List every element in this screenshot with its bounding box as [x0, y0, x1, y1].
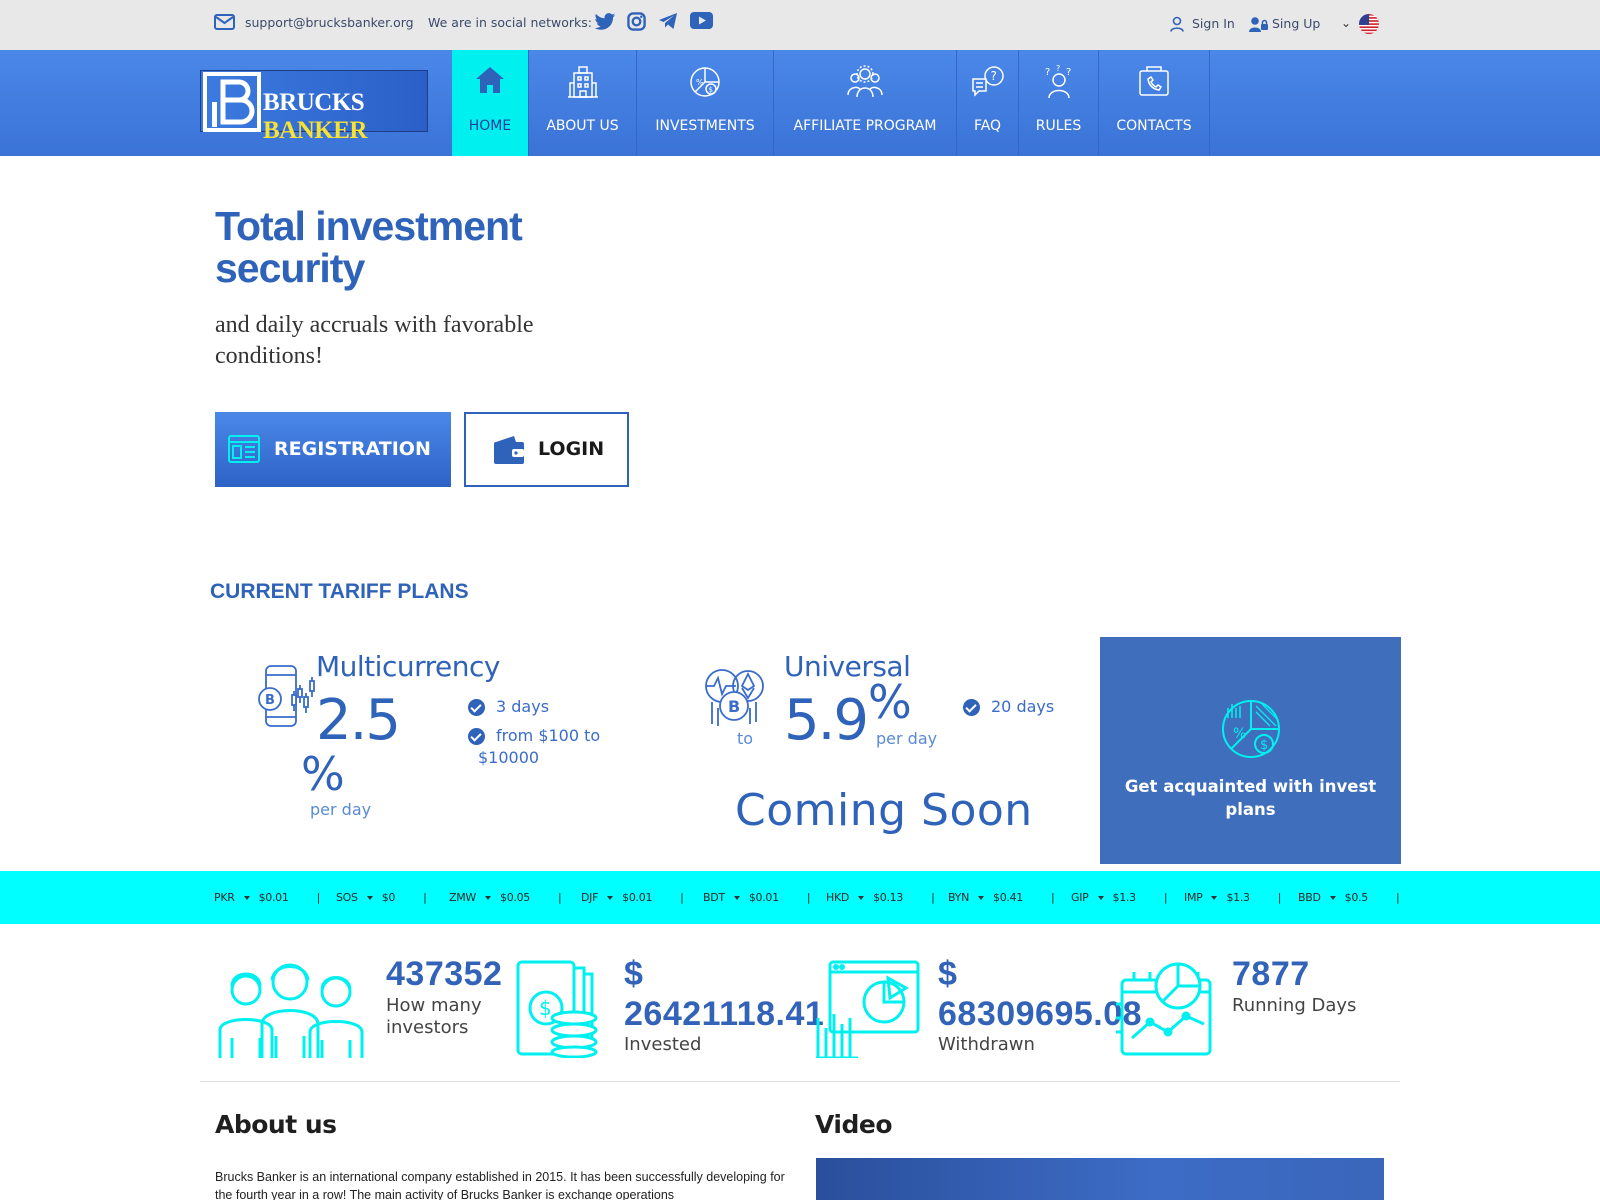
- stat-number: $26421118.41: [624, 955, 825, 1033]
- registration-button[interactable]: REGISTRATION: [215, 412, 451, 487]
- investment-chart-icon: $%: [690, 67, 720, 97]
- svg-text:?: ?: [1066, 67, 1071, 78]
- invest-plans-text: Get acquainted with invest plans: [1124, 777, 1377, 819]
- login-button[interactable]: LOGIN: [464, 412, 629, 487]
- video-player[interactable]: [816, 1158, 1384, 1200]
- building-icon: [567, 66, 598, 98]
- stat-number: 437352: [386, 955, 503, 993]
- user-lock-icon: [1249, 17, 1268, 32]
- svg-text:%: %: [1233, 726, 1246, 742]
- ticker-item: DJF $0.01 |: [581, 891, 684, 904]
- check-icon: [468, 699, 485, 716]
- svg-text:%: %: [696, 78, 704, 87]
- stat-label: How many investors: [386, 995, 482, 1038]
- ticker-item: HKD $0.13 |: [826, 891, 935, 904]
- page: support@brucksbanker.org We are in socia…: [0, 0, 1600, 1200]
- telegram-icon[interactable]: [658, 12, 678, 30]
- nav-affiliate-program[interactable]: AFFILIATE PROGRAM: [774, 50, 957, 156]
- plan-feature: 3 days: [496, 697, 550, 716]
- plan-to-label: to: [737, 729, 754, 748]
- svg-text:?: ?: [990, 69, 996, 83]
- ticker-item: BBD $0.5 |: [1298, 891, 1400, 904]
- tariff-section-title: CURRENT TARIFF PLANS: [210, 580, 469, 603]
- ticker-item: PKR $0.01 |: [214, 891, 320, 904]
- plan-rate: 5.9: [784, 688, 869, 753]
- check-icon: [963, 699, 980, 716]
- plan-per-day: per day: [876, 729, 938, 748]
- plan-feature: 20 days: [991, 697, 1055, 716]
- hero-subtitle: and daily accruals with favorable condit…: [215, 312, 534, 369]
- section-divider: [200, 1081, 1400, 1082]
- sign-up-link[interactable]: Sing Up: [1272, 16, 1320, 31]
- phone-contact-icon: [1139, 66, 1169, 96]
- ticker-item: IMP $1.3 |: [1184, 891, 1282, 904]
- svg-text:?: ?: [1045, 67, 1050, 78]
- about-title: About us: [215, 1110, 337, 1139]
- nav-faq[interactable]: ? FAQ: [957, 50, 1019, 156]
- coming-soon-label: Coming Soon: [735, 785, 1033, 836]
- nav-home[interactable]: HOME: [452, 50, 529, 156]
- people-group-icon: [847, 65, 883, 98]
- svg-text:B: B: [728, 697, 740, 716]
- invest-plans-card[interactable]: $% Get acquainted with invest plans: [1100, 637, 1401, 864]
- plan-rate: 2.5: [316, 688, 401, 753]
- svg-text:?: ?: [1056, 65, 1060, 73]
- plan-percent: %: [301, 747, 345, 801]
- registration-form-icon: [228, 435, 260, 463]
- currency-ticker: PKR $0.01 | SOS $0 | ZMW $0.05 | DJF $0.01 | BDT…: [0, 871, 1600, 924]
- ticker-item: ZMW $0.05 |: [449, 891, 562, 904]
- crypto-coins-icon: B: [705, 669, 764, 726]
- nav-rules[interactable]: ??? RULES: [1019, 50, 1099, 156]
- social-label: We are in social networks:: [428, 15, 592, 30]
- us-flag-icon[interactable]: [1359, 14, 1379, 34]
- svg-text:B: B: [265, 693, 275, 708]
- investors-icon: [218, 963, 364, 1058]
- instagram-icon[interactable]: [627, 12, 646, 31]
- ticker-item: BYN $0.41 |: [948, 891, 1055, 904]
- plan-feature: from $100 to $10000: [478, 726, 601, 767]
- top-bar: support@brucksbanker.org We are in socia…: [0, 0, 1600, 50]
- support-email-link[interactable]: support@brucksbanker.org: [245, 15, 414, 30]
- logo-text: BRUCKS BANKER: [263, 89, 367, 144]
- ticker-item: GIP $1.3 |: [1071, 891, 1168, 904]
- plan-name-multicurrency: Multicurrency: [316, 650, 500, 683]
- nav-about-us[interactable]: ABOUT US: [529, 50, 637, 156]
- crypto-phone-icon: B: [258, 665, 315, 727]
- svg-text:$: $: [1260, 738, 1268, 753]
- email-icon: [214, 14, 235, 30]
- stat-label: Running Days: [1232, 995, 1357, 1016]
- nav-contacts[interactable]: CONTACTS: [1099, 50, 1210, 156]
- ticker-item: SOS $0 |: [336, 891, 427, 904]
- stat-label: Invested: [624, 1034, 702, 1055]
- main-navbar: BRUCKS BANKER HOME ABOUT US $% INVESTMEN…: [0, 50, 1600, 156]
- user-icon: [1170, 16, 1184, 32]
- svg-text:$: $: [709, 86, 713, 94]
- ticker-item: BDT $0.01 |: [703, 891, 811, 904]
- svg-text:$: $: [539, 996, 552, 1020]
- about-text: Brucks Banker is an international compan…: [215, 1170, 785, 1200]
- twitter-icon[interactable]: [594, 12, 616, 32]
- nav-investments[interactable]: $% INVESTMENTS: [637, 50, 774, 156]
- stat-number: 7877: [1232, 955, 1310, 993]
- home-icon: [476, 67, 504, 93]
- money-stack-icon: $: [516, 960, 598, 1058]
- plan-per-day: per day: [310, 800, 372, 819]
- person-question-icon: ???: [1045, 65, 1071, 99]
- logo-mark-icon: [203, 72, 261, 132]
- youtube-icon[interactable]: [690, 12, 713, 29]
- calendar-chart-icon: [1116, 962, 1212, 1056]
- video-title: Video: [815, 1110, 893, 1139]
- sign-in-link[interactable]: Sign In: [1192, 16, 1235, 31]
- hero-title: Total investment security: [215, 203, 523, 291]
- logo[interactable]: BRUCKS BANKER: [200, 70, 428, 144]
- analytics-screen-icon: [816, 960, 920, 1058]
- wallet-icon: [494, 436, 524, 464]
- invest-pie-icon: $%: [1222, 700, 1280, 758]
- chevron-down-icon[interactable]: ⌄: [1341, 16, 1351, 30]
- plan-percent: %: [868, 675, 912, 729]
- question-chat-icon: ?: [971, 66, 1004, 97]
- stat-label: Withdrawn: [938, 1034, 1035, 1055]
